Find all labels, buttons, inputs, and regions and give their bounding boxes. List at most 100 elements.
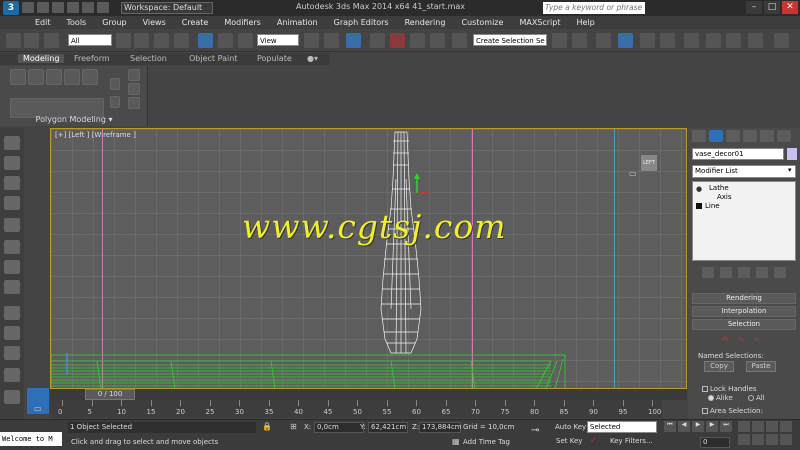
play-icon[interactable]: ▶ — [692, 421, 704, 432]
set-key-button[interactable]: Set Key — [556, 437, 582, 445]
display-tab-icon[interactable] — [760, 130, 774, 142]
segment-subobject-icon[interactable]: ∿ — [738, 335, 744, 343]
close-icon[interactable]: ✕ — [782, 1, 798, 14]
ribbon-tool-icon-a[interactable] — [128, 69, 140, 81]
angle-snap-icon[interactable] — [390, 33, 405, 48]
go-to-start-icon[interactable]: ⏮ — [664, 421, 676, 432]
next-frame-icon[interactable]: ▶ — [706, 421, 718, 432]
interpolation-rollout[interactable]: Interpolation — [692, 306, 796, 317]
auto-key-button[interactable]: Auto Key — [555, 423, 586, 431]
select-scale-icon[interactable] — [238, 33, 253, 48]
moon-icon[interactable] — [4, 260, 20, 274]
render-tool-icon[interactable] — [4, 280, 20, 294]
vertex-mode-icon[interactable] — [10, 69, 26, 85]
scene-explorer-icon[interactable] — [596, 33, 611, 48]
viewcube-menu-icon[interactable]: ▭ — [629, 169, 637, 178]
redo-icon[interactable] — [82, 2, 94, 13]
capsule-icon[interactable] — [4, 326, 20, 340]
track-bar[interactable]: 0 5 10 15 20 25 30 35 40 45 50 55 60 65 70 75 80 85 90 95 10… — [50, 400, 662, 418]
edge-mode-icon[interactable] — [28, 69, 44, 85]
zoom-all-icon[interactable] — [752, 421, 764, 432]
tab-object-paint[interactable]: Object Paint — [189, 54, 237, 63]
select-object-icon[interactable] — [116, 33, 131, 48]
add-time-tag-button[interactable]: Add Time Tag — [463, 438, 510, 446]
bind-spacewarp-icon[interactable] — [44, 33, 59, 48]
menu-edit[interactable]: Edit — [35, 18, 51, 27]
tab-populate[interactable]: Populate — [257, 54, 292, 63]
remove-modifier-icon[interactable] — [756, 266, 768, 278]
utilities-tab-icon[interactable] — [777, 130, 791, 142]
menu-help[interactable]: Help — [577, 18, 595, 27]
current-frame-field[interactable]: 0 — [700, 437, 730, 448]
left-viewport[interactable]: [+] [Left ] [Wireframe ] LEFT ▭ www.cgts… — [50, 128, 687, 389]
paste-button[interactable]: Paste — [746, 361, 776, 372]
menu-group[interactable]: Group — [102, 18, 126, 27]
time-slider-thumb[interactable]: 0 / 100 — [85, 389, 135, 400]
orbit-icon[interactable] — [766, 434, 778, 445]
maximize-icon[interactable]: □ — [764, 1, 780, 14]
make-unique-icon[interactable] — [738, 266, 750, 278]
border-mode-icon[interactable] — [46, 69, 62, 85]
key-filters-button[interactable]: Key Filters... — [610, 437, 653, 445]
curve-editor-icon[interactable] — [640, 33, 655, 48]
pivot-center-icon[interactable] — [304, 33, 319, 48]
zoom-icon[interactable] — [738, 421, 750, 432]
align-icon[interactable] — [572, 33, 587, 48]
reference-coordinate-dropdown[interactable]: View — [257, 34, 299, 46]
menu-tools[interactable]: Tools — [67, 18, 87, 27]
list-tool-icon[interactable] — [4, 196, 20, 210]
zoom-extents-all-icon[interactable] — [780, 421, 792, 432]
modify-tab-icon[interactable] — [709, 130, 723, 142]
project-folder-icon[interactable] — [97, 2, 109, 13]
sphere-icon[interactable] — [4, 346, 20, 360]
render-setup-icon[interactable] — [706, 33, 721, 48]
edit-named-sets-icon[interactable] — [452, 33, 467, 48]
workspace-dropdown[interactable]: Workspace: Default — [121, 2, 213, 14]
named-selection-dropdown[interactable]: Create Selection Se — [473, 34, 547, 46]
z-coordinate-field[interactable]: 173,884cm — [419, 422, 462, 433]
unlink-icon[interactable] — [24, 33, 39, 48]
bulb-icon[interactable]: ● — [696, 185, 702, 193]
pan-icon[interactable] — [752, 434, 764, 445]
area-selection-checkbox[interactable]: Area Selection: — [702, 407, 763, 415]
menu-create[interactable]: Create — [182, 18, 209, 27]
calculator-icon[interactable] — [4, 176, 20, 190]
key-icon[interactable]: ⊸ — [531, 425, 539, 436]
key-filter-icon[interactable]: ✓ — [590, 436, 597, 445]
object-name-field[interactable]: vase_decor01 — [692, 148, 784, 160]
ribbon-tool-icon-c[interactable] — [128, 97, 140, 109]
time-tag-icon[interactable]: ▦ — [452, 437, 460, 446]
vertex-subobject-icon[interactable]: ⁂ — [722, 335, 729, 343]
select-move-icon[interactable] — [198, 33, 213, 48]
field-of-view-icon[interactable] — [738, 434, 750, 445]
app-logo-icon[interactable]: 3 — [3, 1, 19, 15]
table-wireframe[interactable] — [51, 351, 571, 389]
y-coordinate-field[interactable]: 62,421cm — [368, 422, 408, 433]
layer-manager-icon[interactable] — [618, 33, 633, 48]
hierarchy-tab-icon[interactable] — [726, 130, 740, 142]
ribbon-options-icon[interactable]: ●▾ — [307, 54, 318, 63]
window-crossing-icon[interactable] — [174, 33, 189, 48]
copy-button[interactable]: Copy — [704, 361, 734, 372]
rendering-rollout[interactable]: Rendering — [692, 293, 796, 304]
absolute-mode-icon[interactable]: ⊞ — [290, 422, 297, 431]
new-icon[interactable] — [22, 2, 34, 13]
alike-radio[interactable]: Alike — [708, 394, 733, 402]
maxscript-listener-input[interactable]: Welcome to M — [0, 432, 62, 446]
chevron-down-icon[interactable]: ▾ — [788, 166, 792, 174]
schematic-view-icon[interactable] — [660, 33, 675, 48]
previous-frame-icon[interactable]: ◀ — [678, 421, 690, 432]
key-mode-dropdown[interactable]: Selected — [587, 421, 657, 433]
stack-item-line[interactable]: Line — [705, 202, 720, 210]
save-icon[interactable] — [52, 2, 64, 13]
maximize-viewport-icon[interactable] — [780, 434, 792, 445]
spline-subobject-icon[interactable]: ≈ — [754, 335, 760, 343]
all-radio[interactable]: All — [748, 394, 765, 402]
material-editor-icon[interactable] — [684, 33, 699, 48]
show-end-result-icon[interactable] — [720, 266, 732, 278]
go-to-end-icon[interactable]: ⏭ — [720, 421, 732, 432]
selection-filter-dropdown[interactable]: All — [68, 34, 112, 46]
box-primitive-icon[interactable] — [4, 306, 20, 320]
menu-animation[interactable]: Animation — [277, 18, 318, 27]
cone-icon[interactable] — [4, 368, 20, 382]
